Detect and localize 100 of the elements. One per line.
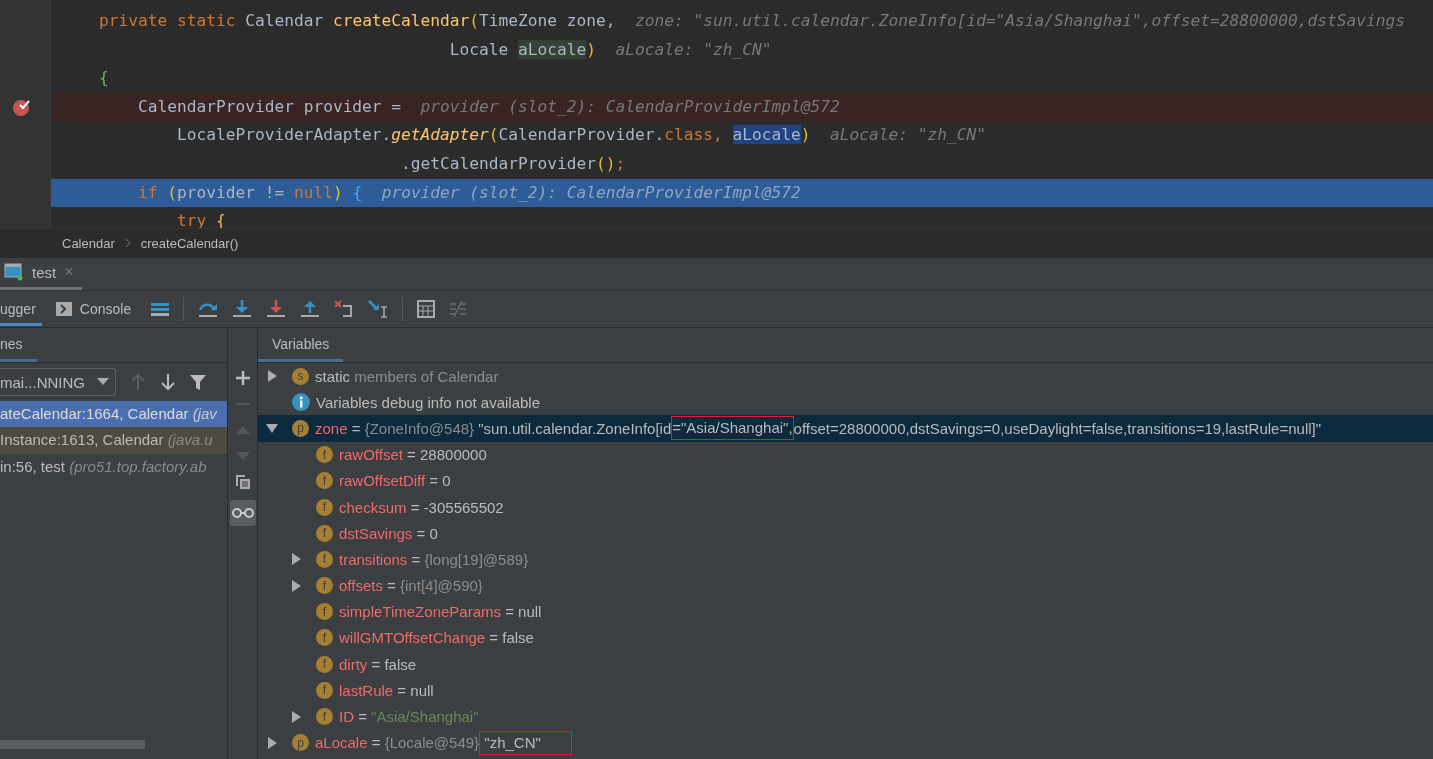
- variable-row[interactable]: f offsets = {int[4]@590}: [258, 572, 1433, 599]
- window-icon: [4, 263, 24, 281]
- expand-arrow-icon[interactable]: [266, 422, 278, 435]
- plus-icon[interactable]: [234, 370, 251, 386]
- thread-label: mai...NNING: [0, 373, 85, 391]
- variable-row[interactable]: s static members of Calendar: [258, 363, 1433, 390]
- variable-value: {Locale@549}: [384, 734, 480, 752]
- code-line: LocaleProviderAdapter.getAdapter(CalendarProvider.class, aLocale) aLocale: "zh_CN": [175, 124, 987, 147]
- breakpoint-icon[interactable]: [12, 97, 32, 118]
- variable-name: transitions: [339, 550, 408, 568]
- type-badge: f: [316, 472, 333, 490]
- variable-value: =: [386, 577, 397, 595]
- variable-row[interactable]: f simpleTimeZoneParams = null: [258, 598, 1433, 625]
- force-step-into-icon[interactable]: [266, 300, 287, 318]
- drop-frame-icon[interactable]: [334, 300, 355, 318]
- code-line: .getCalendarProvider();: [400, 152, 627, 175]
- variable-name: simpleTimeZoneParams: [339, 603, 501, 621]
- type-badge: f: [316, 550, 333, 568]
- code-line: {: [97, 67, 110, 90]
- type-badge: f: [316, 681, 333, 699]
- variable-name: zone: [315, 419, 348, 437]
- stack-frame[interactable]: Instance:1613, Calendar (java.u: [0, 427, 227, 454]
- stack-frame[interactable]: in:56, test (pro51.top.factory.ab: [0, 453, 227, 480]
- glasses-icon[interactable]: [229, 500, 256, 526]
- type-badge: f: [316, 708, 333, 726]
- debug-tab[interactable]: ugger: [0, 292, 42, 326]
- variable-name: dirty: [339, 655, 368, 673]
- variable-value: offset=28800000,dstSavings=0,useDaylight=false,transitions=19,lastRule=null]": [793, 419, 1322, 437]
- tab-label: test: [32, 263, 57, 281]
- variable-value: = false: [370, 655, 417, 673]
- thread-dropdown[interactable]: mai...NNING: [0, 368, 116, 396]
- expand-arrow-icon[interactable]: [290, 579, 302, 592]
- breadcrumb[interactable]: Calendar: [62, 235, 115, 251]
- filter-icon[interactable]: [190, 373, 206, 391]
- variable-row[interactable]: f ID = "Asia/Shanghai": [258, 703, 1433, 730]
- code-line: Locale aLocale) aLocale: "zh_CN": [448, 38, 773, 61]
- console-icon: [55, 302, 72, 316]
- variable-value: =: [357, 708, 368, 726]
- variable-value: =: [370, 734, 382, 752]
- variable-name: rawOffset: [339, 446, 403, 464]
- variable-row[interactable]: f rawOffset = 28800000: [258, 441, 1433, 468]
- variable-value: "sun.util.calendar.ZoneInfo[id: [477, 419, 672, 437]
- type-badge: p: [292, 734, 309, 752]
- run-tab[interactable]: test ×: [0, 257, 82, 290]
- variable-name: checksum: [339, 498, 407, 516]
- run-to-cursor-icon[interactable]: [368, 300, 389, 318]
- type-badge: f: [316, 629, 333, 647]
- type-badge: p: [292, 419, 309, 437]
- variable-name: Variables debug info not available: [316, 393, 541, 411]
- variable-value: ="Asia/Shanghai",: [671, 416, 794, 441]
- type-badge: f: [316, 577, 333, 595]
- variable-row[interactable]: p zone = {ZoneInfo@548} "sun.util.calendar.ZoneInfo[id="Asia/Shanghai",offset=28800000,dstSavings=0,useDaylight=false,transitions=19,lastRule=null]": [258, 415, 1433, 442]
- variable-name: offsets: [339, 577, 383, 595]
- variable-name: ID: [339, 708, 354, 726]
- variable-value: = false: [488, 629, 534, 647]
- variable-value: {long[19]@589}: [424, 550, 529, 568]
- variable-value: members of Calendar: [353, 367, 499, 385]
- variable-row[interactable]: Variables debug info not available: [258, 389, 1433, 416]
- arrow-down-icon[interactable]: [160, 373, 176, 391]
- code-line: private static Calendar createCalendar(TimeZone zone, zone: "sun.util.calendar.ZoneInfo[id="Asia/Shanghai",offset=28800000,dstSavings: [97, 10, 1406, 32]
- variable-row[interactable]: f willGMTOffsetChange = false: [258, 624, 1433, 652]
- variable-value: {ZoneInfo@548}: [364, 419, 475, 437]
- menu-icon[interactable]: [151, 301, 170, 317]
- expand-arrow-icon[interactable]: [290, 553, 302, 566]
- expand-arrow-icon[interactable]: [290, 710, 302, 723]
- type-badge: f: [316, 498, 333, 516]
- variable-row[interactable]: f checksum = -305565502: [258, 493, 1433, 521]
- variable-value: = -305565502: [409, 498, 504, 516]
- variable-value: = 0: [415, 524, 438, 542]
- breadcrumb[interactable]: createCalendar(): [140, 235, 239, 251]
- variable-row[interactable]: f dstSavings = 0: [258, 520, 1433, 547]
- step-into-icon[interactable]: [232, 300, 253, 318]
- copy-icon[interactable]: [234, 474, 251, 490]
- variable-value: = 28800000: [406, 446, 487, 464]
- variable-value: = null: [504, 603, 542, 621]
- table-icon[interactable]: [417, 300, 436, 318]
- expand-arrow-icon[interactable]: [266, 370, 278, 383]
- variable-value: =: [350, 419, 362, 437]
- variable-name: willGMTOffsetChange: [339, 629, 486, 647]
- caret-icon: [97, 378, 109, 386]
- variable-name: rawOffsetDiff: [339, 472, 426, 490]
- variable-row[interactable]: f rawOffsetDiff = 0: [258, 467, 1433, 494]
- variable-value: =: [410, 550, 422, 568]
- variable-value: {int[4]@590}: [400, 577, 483, 595]
- variable-value: = 0: [428, 472, 451, 490]
- step-out-icon[interactable]: [300, 300, 321, 318]
- variable-row[interactable]: f dirty = false: [258, 651, 1433, 678]
- scrollbar[interactable]: [0, 740, 145, 749]
- variables-tab[interactable]: Variables: [258, 329, 344, 362]
- expand-arrow-icon[interactable]: [266, 736, 278, 749]
- variable-row[interactable]: p aLocale = {Locale@549} "zh_CN": [258, 729, 1433, 756]
- type-badge: f: [316, 524, 333, 542]
- variable-name: lastRule: [339, 681, 394, 699]
- frames-tab[interactable]: nes: [0, 329, 37, 362]
- variable-name: static: [315, 367, 350, 385]
- variable-row[interactable]: f transitions = {long[19]@589}: [258, 546, 1433, 573]
- variable-row[interactable]: f lastRule = null: [258, 677, 1433, 704]
- stack-frame[interactable]: ateCalendar:1664, Calendar (jav: [0, 401, 227, 428]
- variable-value: = null: [396, 681, 434, 699]
- debug-tab[interactable]: Console: [55, 292, 138, 326]
